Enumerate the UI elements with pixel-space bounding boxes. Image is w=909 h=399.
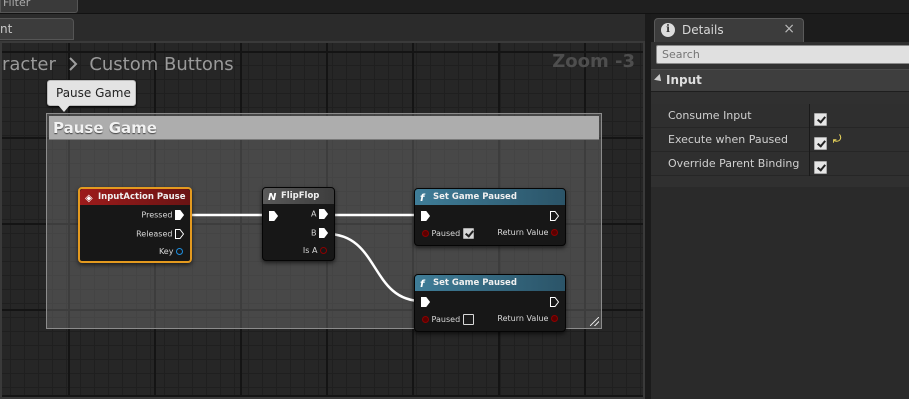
- pin-label: Key: [158, 247, 174, 256]
- flipflop-icon: N: [268, 192, 277, 203]
- pin-label: Is A: [302, 246, 318, 255]
- pin-label: Return Value: [497, 228, 549, 237]
- zoom-level: Zoom -3: [552, 51, 635, 72]
- pin-return-value[interactable]: Return Value: [497, 314, 558, 323]
- comment-bubble[interactable]: Pause Game: [47, 80, 136, 106]
- flipflop-node[interactable]: N FlipFlop A B Is A: [262, 187, 335, 261]
- pin-return-value[interactable]: Return Value: [497, 228, 558, 237]
- pin-label: Pressed: [141, 210, 173, 220]
- property-override-parent-binding: Override Parent Binding: [651, 152, 909, 176]
- breadcrumb-item-custom-buttons[interactable]: Custom Buttons: [89, 54, 233, 75]
- breadcrumb-item-character[interactable]: racter: [2, 54, 56, 75]
- blueprint-editor: Filter nt racter Custom Buttons Zoom -3 …: [0, 0, 909, 399]
- comment-bubble-tail: [58, 105, 70, 112]
- pin-label: Paused: [431, 229, 461, 238]
- property-divider: [809, 128, 810, 152]
- comment-header[interactable]: Pause Game: [49, 116, 599, 140]
- pin-label: Return Value: [497, 314, 549, 323]
- pin-label: A: [310, 209, 317, 219]
- collapse-triangle-icon: [654, 74, 664, 84]
- node-header: f Set Game Paused: [415, 275, 565, 291]
- details-panel: i Details × Input Consume Input Execute …: [651, 14, 909, 399]
- pin-paused[interactable]: Paused: [422, 314, 474, 325]
- breadcrumb: racter Custom Buttons: [2, 53, 234, 77]
- node-title: Set Game Paused: [433, 278, 517, 288]
- top-toolbar: Filter: [0, 0, 909, 14]
- pin-label: Released: [136, 229, 173, 239]
- execute-when-paused-checkbox[interactable]: [814, 137, 827, 150]
- node-title: FlipFlop: [281, 191, 320, 201]
- pin-label: Paused: [431, 315, 461, 324]
- node-title: Set Game Paused: [433, 192, 517, 202]
- resize-grip-icon[interactable]: [590, 317, 599, 326]
- set-game-paused-node-2[interactable]: f Set Game Paused Paused Return Value: [414, 274, 566, 332]
- property-label: Override Parent Binding: [668, 157, 800, 170]
- pin-b[interactable]: B: [311, 228, 328, 238]
- property-consume-input: Consume Input: [651, 104, 909, 128]
- exec-in-pin-icon[interactable]: [421, 211, 430, 221]
- chevron-right-icon: [68, 57, 78, 71]
- exec-pin-icon: [319, 209, 328, 219]
- pin-a[interactable]: A: [311, 209, 328, 219]
- exec-in-pin-icon[interactable]: [269, 211, 278, 221]
- category-label: Input: [666, 73, 702, 87]
- graph-tab[interactable]: nt: [0, 18, 74, 40]
- bool-pin-icon: [551, 315, 558, 322]
- details-tab-label: Details: [682, 23, 724, 37]
- pin-label: B: [310, 228, 317, 238]
- reset-to-default-icon[interactable]: ⤾: [833, 134, 841, 145]
- bool-pin-icon: [320, 247, 327, 254]
- graph-tab-label: nt: [0, 22, 13, 36]
- tab-details[interactable]: i Details ×: [654, 18, 804, 42]
- event-diamond-icon: ◈: [85, 193, 93, 204]
- property-divider: [809, 152, 810, 176]
- property-execute-when-paused: Execute when Paused ⤾: [651, 128, 909, 152]
- paused-checkbox[interactable]: [462, 314, 474, 325]
- exec-pin-icon: [319, 228, 328, 238]
- pin-is-a[interactable]: Is A: [303, 246, 327, 255]
- bool-pin-icon: [422, 316, 429, 323]
- function-icon: f: [420, 279, 425, 290]
- node-header: ◈ InputAction Pause: [80, 189, 190, 205]
- pin-key[interactable]: Key: [159, 247, 183, 256]
- bool-pin-icon: [422, 230, 429, 237]
- paused-checkbox[interactable]: [462, 228, 474, 239]
- node-title: InputAction Pause: [98, 192, 186, 202]
- node-header: N FlipFlop: [263, 188, 334, 204]
- pin-pressed[interactable]: Pressed: [141, 210, 184, 220]
- exec-out-pin-icon[interactable]: [550, 297, 559, 307]
- set-game-paused-node-1[interactable]: f Set Game Paused Paused Return Value: [414, 188, 566, 246]
- bool-pin-icon: [551, 229, 558, 236]
- exec-out-pin-icon[interactable]: [550, 211, 559, 221]
- details-tab-bar: i Details ×: [651, 14, 909, 42]
- details-body: Input Consume Input Execute when Paused …: [651, 42, 909, 187]
- function-icon: f: [420, 193, 425, 204]
- node-header: f Set Game Paused: [415, 189, 565, 205]
- struct-pin-icon: [176, 248, 183, 255]
- close-icon[interactable]: ×: [783, 21, 795, 37]
- property-label: Execute when Paused: [668, 133, 789, 146]
- search-input[interactable]: [656, 45, 909, 64]
- filter-field[interactable]: Filter: [0, 0, 78, 13]
- comment-title: Pause Game: [53, 119, 157, 137]
- pin-released[interactable]: Released: [136, 229, 184, 239]
- info-icon: i: [661, 23, 675, 37]
- category-input[interactable]: Input: [651, 69, 909, 92]
- override-parent-binding-checkbox[interactable]: [814, 161, 827, 174]
- input-action-pause-node[interactable]: ◈ InputAction Pause Pressed Released Key: [78, 187, 192, 263]
- exec-in-pin-icon[interactable]: [421, 297, 430, 307]
- exec-pin-icon: [175, 229, 184, 239]
- consume-input-checkbox[interactable]: [814, 113, 827, 126]
- property-label: Consume Input: [668, 109, 752, 122]
- filter-label: Filter: [3, 0, 31, 9]
- pin-paused[interactable]: Paused: [422, 228, 474, 239]
- exec-pin-icon: [175, 210, 184, 220]
- property-divider: [809, 104, 810, 128]
